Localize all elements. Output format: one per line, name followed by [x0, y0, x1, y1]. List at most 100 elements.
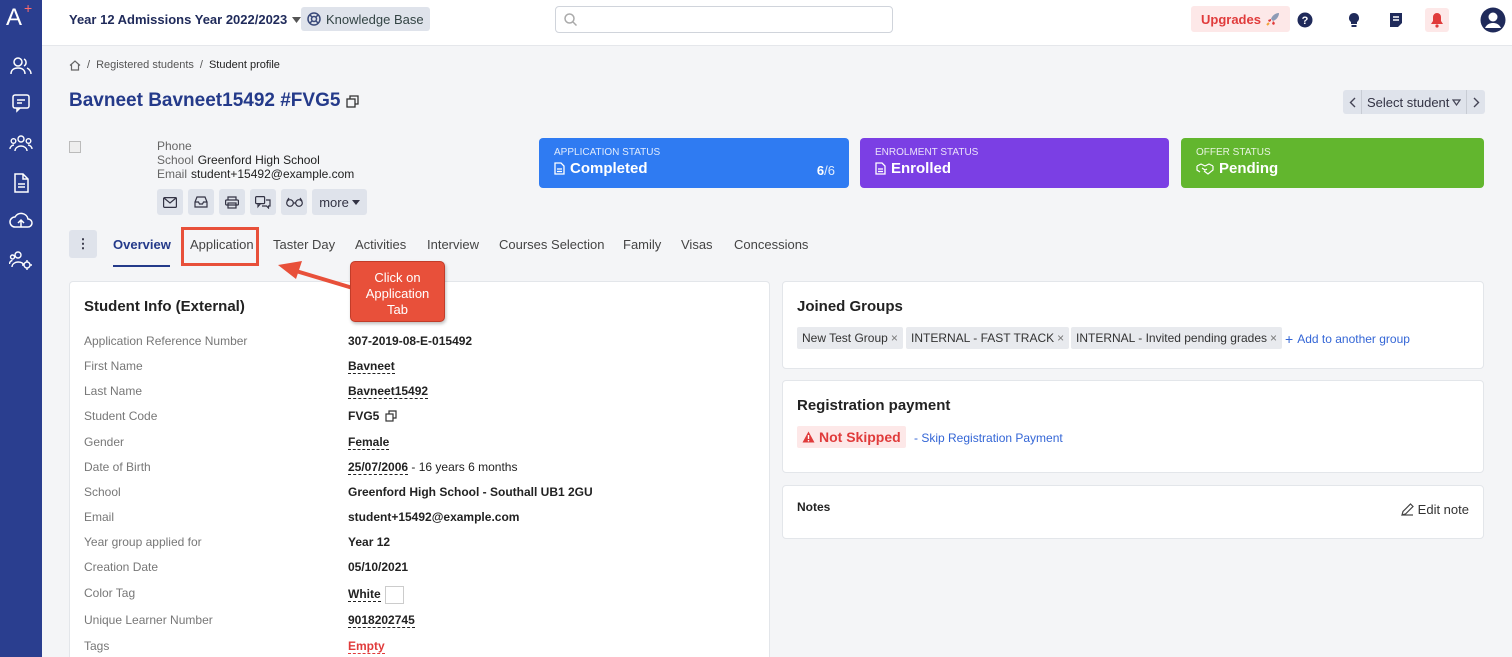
- user-avatar-icon[interactable]: [1479, 6, 1507, 34]
- info-row: Unique Learner Number 9018202745: [84, 613, 764, 629]
- tab-taster-day[interactable]: Taster Day: [273, 237, 335, 252]
- tab-family[interactable]: Family: [623, 237, 661, 252]
- printer-icon: [225, 195, 239, 209]
- notes-icon[interactable]: [1384, 8, 1408, 32]
- glasses-icon: [285, 197, 303, 207]
- offer-status-card[interactable]: OFFER STATUS Pending: [1181, 138, 1484, 188]
- email-action-button[interactable]: [157, 189, 183, 215]
- lightbulb-icon[interactable]: [1342, 8, 1366, 32]
- edit-note-button[interactable]: Edit note: [1400, 502, 1469, 517]
- lifebuoy-icon: [307, 12, 321, 26]
- tab-courses-selection[interactable]: Courses Selection: [499, 237, 605, 252]
- year-select[interactable]: Year 12 Admissions Year 2022/2023: [69, 12, 302, 27]
- view-action-button[interactable]: [281, 189, 307, 215]
- previous-student-button[interactable]: [1343, 90, 1361, 114]
- students-nav-icon[interactable]: [6, 53, 36, 79]
- info-value-editable[interactable]: Bavneet: [348, 359, 395, 374]
- email-label: Email: [157, 167, 188, 181]
- select-student-control: Select student: [1343, 90, 1486, 114]
- tab-visas[interactable]: Visas: [681, 237, 713, 252]
- search-box[interactable]: [555, 6, 893, 33]
- tab-activities[interactable]: Activities: [355, 237, 406, 252]
- color-tag-value[interactable]: White: [348, 587, 381, 603]
- knowledge-base-button[interactable]: Knowledge Base: [301, 7, 430, 31]
- info-label: First Name: [84, 359, 143, 373]
- envelope-icon: [163, 196, 177, 208]
- breadcrumb-registered-students[interactable]: Registered students: [96, 59, 194, 71]
- group-chip: INTERNAL - FAST TRACK ×: [906, 327, 1070, 349]
- tags-value[interactable]: Empty: [348, 639, 385, 654]
- upload-nav-icon[interactable]: [6, 208, 36, 234]
- callout-arrow-icon: [278, 261, 357, 291]
- application-status-card[interactable]: APPLICATION STATUS Completed 6/6: [539, 138, 849, 188]
- next-student-button[interactable]: [1467, 90, 1485, 114]
- phone-label: Phone: [157, 139, 192, 153]
- tab-concessions[interactable]: Concessions: [734, 237, 808, 252]
- info-value: student+15492@example.com: [348, 510, 520, 524]
- messages-nav-icon[interactable]: [6, 90, 36, 116]
- knowledge-base-label: Knowledge Base: [326, 11, 424, 27]
- email-value: student+15492@example.com: [191, 167, 355, 181]
- caret-down-icon: [351, 199, 360, 205]
- info-row: Creation Date 05/10/2021: [84, 560, 764, 576]
- add-to-group-link[interactable]: + Add to another group: [1285, 331, 1410, 347]
- user-settings-nav-icon[interactable]: [6, 247, 36, 273]
- info-row: Gender Female: [84, 435, 764, 451]
- info-value: 05/10/2021: [348, 560, 409, 574]
- documents-nav-icon[interactable]: [6, 170, 36, 196]
- upgrades-button[interactable]: Upgrades: [1191, 6, 1290, 32]
- tab-interview[interactable]: Interview: [427, 237, 479, 252]
- callout-line: Application: [365, 286, 430, 301]
- joined-groups-panel: Joined Groups: [782, 281, 1484, 369]
- info-value: Greenford High School - Southall UB1 2GU: [348, 485, 593, 499]
- info-row: Application Reference Number 307-2019-08-…: [84, 334, 764, 350]
- remove-group-icon[interactable]: ×: [1270, 331, 1277, 345]
- info-row: Email student+15492@example.com: [84, 510, 764, 526]
- registration-payment-title: Registration payment: [797, 397, 951, 414]
- info-value-editable[interactable]: Bavneet15492: [348, 384, 429, 399]
- copy-icon[interactable]: [346, 94, 360, 108]
- tab-options-button[interactable]: ⋮: [69, 230, 97, 258]
- copy-icon[interactable]: [385, 410, 397, 422]
- info-value-editable[interactable]: 25/07/2006: [348, 460, 409, 475]
- application-status-value: Completed: [570, 160, 648, 177]
- remove-group-icon[interactable]: ×: [1057, 331, 1064, 345]
- chevron-right-icon: [1473, 97, 1480, 107]
- app-logo[interactable]: A +: [6, 0, 36, 34]
- more-actions-button[interactable]: more: [312, 189, 367, 215]
- info-row: Color Tag White: [84, 586, 764, 606]
- year-select-label: Year 12 Admissions Year 2022/2023: [69, 12, 288, 27]
- document-icon: [875, 162, 886, 175]
- student-name: Bavneet Bavneet15492 #FVG5: [69, 90, 341, 111]
- info-label: Date of Birth: [84, 460, 151, 474]
- inbox-icon: [194, 196, 208, 208]
- info-value-editable[interactable]: 9018202745: [348, 613, 415, 628]
- info-value: 307-2019-08-E-015492: [348, 334, 473, 348]
- help-icon[interactable]: ?: [1293, 8, 1317, 32]
- tab-overview[interactable]: Overview: [113, 237, 171, 252]
- skip-registration-payment-link[interactable]: - Skip Registration Payment: [914, 431, 1063, 445]
- upgrades-label: Upgrades: [1201, 11, 1261, 27]
- select-student-dropdown[interactable]: Select student: [1361, 90, 1468, 114]
- chat-action-button[interactable]: [250, 189, 276, 215]
- pencil-icon: [1400, 503, 1414, 516]
- group-chip-label: INTERNAL - Invited pending grades: [1076, 331, 1267, 345]
- notifications-bell-icon[interactable]: [1425, 8, 1449, 32]
- groups-nav-icon[interactable]: [6, 130, 36, 156]
- chevron-left-icon: [1349, 97, 1355, 107]
- color-swatch: [384, 586, 404, 604]
- callout-line: Tab: [387, 302, 408, 317]
- breadcrumb-current: Student profile: [208, 59, 280, 71]
- offer-status-value: Pending: [1219, 160, 1279, 177]
- group-chip-label: INTERNAL - FAST TRACK: [911, 331, 1055, 345]
- print-action-button[interactable]: [219, 189, 245, 215]
- search-input[interactable]: [583, 12, 883, 27]
- remove-group-icon[interactable]: ×: [891, 331, 898, 345]
- info-value-editable[interactable]: Female: [348, 435, 390, 450]
- home-icon[interactable]: [69, 59, 81, 71]
- info-label: School: [84, 485, 121, 499]
- inbox-action-button[interactable]: [188, 189, 214, 215]
- breadcrumb: / Registered students / Student profile: [69, 59, 280, 71]
- info-row: School Greenford High School - Southall U…: [84, 485, 764, 501]
- enrolment-status-card[interactable]: ENROLMENT STATUS Enrolled: [860, 138, 1169, 188]
